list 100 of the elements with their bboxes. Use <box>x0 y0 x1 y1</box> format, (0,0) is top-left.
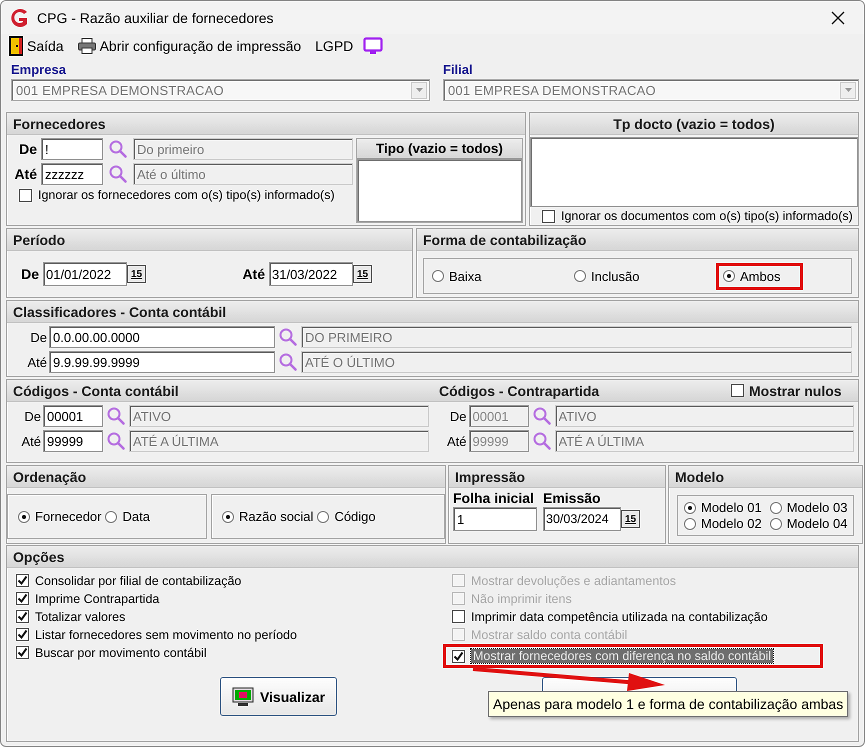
search-button[interactable] <box>105 405 127 427</box>
checkbox-label: Mostrar saldo conta contábil <box>471 628 628 642</box>
text-field[interactable]: 0.0.00.00.0000 <box>49 326 275 348</box>
description-field[interactable]: ATÉ A ÚLTIMA <box>129 430 428 452</box>
radio-button[interactable] <box>684 502 696 514</box>
list-box[interactable] <box>357 159 522 222</box>
checkbox[interactable] <box>16 610 29 623</box>
dropdown-arrow-button[interactable] <box>411 82 427 98</box>
search-icon <box>108 164 128 184</box>
checkbox[interactable] <box>16 628 29 641</box>
field-label: De <box>29 330 47 344</box>
search-button[interactable] <box>530 405 552 427</box>
checkbox-label: Mostrar devoluções e adiantamentos <box>471 574 676 588</box>
radio-button[interactable] <box>770 518 782 530</box>
text-field[interactable]: 1 <box>453 507 537 531</box>
search-button[interactable] <box>277 351 299 373</box>
checkbox-label: Totalizar valores <box>35 610 126 624</box>
radio-label: Código <box>334 509 376 524</box>
dropdown-value: 001 EMPRESA DEMONSTRACAO <box>448 82 656 98</box>
radio-label: Modelo 04 <box>786 516 848 531</box>
dropdown-arrow-button[interactable] <box>840 82 856 98</box>
date-field[interactable]: 01/01/2022 <box>43 262 127 286</box>
description-field[interactable]: Até o último <box>133 163 353 185</box>
section-title: Códigos - Contrapartida <box>439 382 600 401</box>
radio-button[interactable] <box>770 502 782 514</box>
checkbox-label: Listar fornecedores sem movimento no período <box>35 628 297 642</box>
section-title: Fornecedores <box>7 113 525 135</box>
text-field[interactable]: 00001 <box>43 405 103 427</box>
search-icon <box>278 327 298 347</box>
checkbox[interactable] <box>16 592 29 605</box>
checkbox[interactable] <box>731 384 744 397</box>
section-title: Códigos - Conta contábil <box>13 382 180 401</box>
field-label: Emissão <box>543 490 602 506</box>
date-field[interactable]: 30/03/2024 <box>543 507 621 531</box>
printer-icon <box>78 38 96 54</box>
search-button[interactable] <box>107 138 129 160</box>
description-field[interactable]: DO PRIMEIRO <box>301 326 852 348</box>
section-title: Opções <box>7 546 858 568</box>
toolbar-button[interactable]: LGPD <box>313 37 386 55</box>
radio-label: Baixa <box>449 268 482 284</box>
field-label: Folha inicial <box>453 490 535 506</box>
radio-button[interactable] <box>222 510 234 522</box>
field-label: Empresa <box>11 62 66 77</box>
field-label: De <box>448 408 466 424</box>
section-title: Ordenação <box>7 466 445 488</box>
radio-label: Razão social <box>239 509 314 524</box>
text-field[interactable]: ! <box>41 138 103 160</box>
checkbox-label: Não imprimir itens <box>471 592 572 606</box>
field-label: Até <box>13 166 37 182</box>
checkbox[interactable] <box>19 188 32 202</box>
search-icon <box>108 139 128 159</box>
search-button[interactable] <box>105 430 127 452</box>
field-label: De <box>18 141 37 157</box>
search-icon <box>106 431 126 451</box>
description-field[interactable]: Do primeiro <box>133 138 353 160</box>
toolbar-button[interactable]: Abrir configuração de impressão <box>76 38 304 54</box>
field-label: Até <box>446 434 466 448</box>
description-field[interactable]: ATIVO <box>129 405 428 427</box>
door-icon <box>9 36 23 56</box>
field-label: Até <box>26 354 47 370</box>
search-button[interactable] <box>277 326 299 348</box>
field-label: De <box>23 408 41 424</box>
calendar-button[interactable]: 15 <box>353 265 372 283</box>
radio-button[interactable] <box>317 510 330 522</box>
text-field[interactable]: zzzzzz <box>41 163 103 185</box>
radio-button[interactable] <box>105 510 118 522</box>
checkbox-label: Imprimir data competência utilizada na contabilização <box>471 610 768 624</box>
checkbox[interactable] <box>452 650 465 662</box>
radio-label: Inclusão <box>591 268 640 284</box>
toolbar-button[interactable]: Saída <box>7 36 66 56</box>
checkbox-label: Buscar por movimento contábil <box>35 646 207 660</box>
description-field[interactable]: ATÉ O ÚLTIMO <box>301 351 852 373</box>
dropdown[interactable]: 001 EMPRESA DEMONSTRACAO <box>443 79 859 101</box>
radio-button[interactable] <box>432 270 444 282</box>
section-title: Classificadores - Conta contábil <box>7 301 858 323</box>
search-button[interactable] <box>107 163 129 185</box>
checkbox[interactable] <box>542 210 555 222</box>
radio-button[interactable] <box>684 518 696 530</box>
text-field[interactable]: 9.9.99.99.9999 <box>49 351 275 373</box>
radio-button[interactable] <box>574 270 586 282</box>
date-field[interactable]: 31/03/2022 <box>269 262 353 286</box>
monitor-icon <box>363 37 384 55</box>
radio-button[interactable] <box>18 510 30 522</box>
radio-button[interactable] <box>723 270 735 282</box>
search-button[interactable] <box>530 430 552 452</box>
calendar-button[interactable]: 15 <box>621 510 640 528</box>
preview-button[interactable]: Visualizar <box>220 677 337 716</box>
section-title: Tipo (vazio = todos) <box>357 139 522 159</box>
monitor-icon <box>232 686 254 706</box>
search-icon <box>106 406 126 426</box>
close-icon <box>831 10 845 24</box>
calendar-button[interactable]: 15 <box>127 265 146 283</box>
checkbox[interactable] <box>16 574 29 587</box>
dropdown[interactable]: 001 EMPRESA DEMONSTRACAO <box>11 79 430 101</box>
checkbox-label: Mostrar fornecedores com diferença no saldo contábil <box>471 649 774 663</box>
dropdown-value: 001 EMPRESA DEMONSTRACAO <box>16 82 224 98</box>
text-field[interactable]: 99999 <box>43 430 103 452</box>
checkbox[interactable] <box>452 610 465 623</box>
checkbox-label: Consolidar por filial de contabilização <box>35 574 242 588</box>
checkbox[interactable] <box>16 646 29 659</box>
